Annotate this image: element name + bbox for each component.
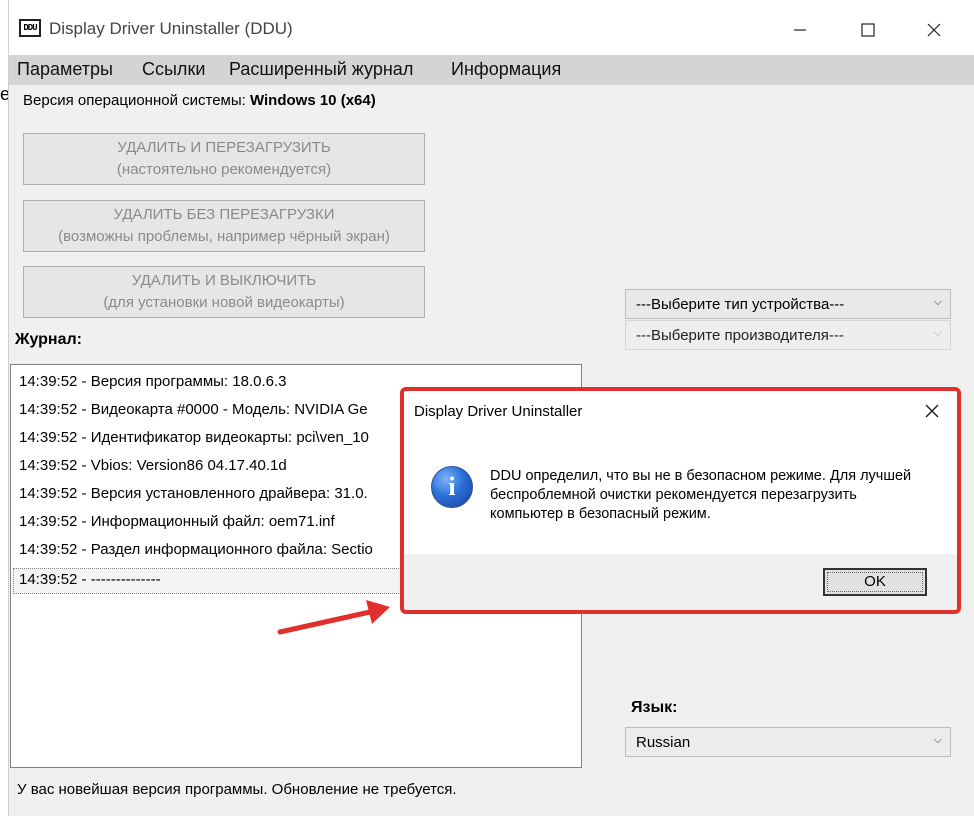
close-button[interactable] [911,12,957,48]
log-line[interactable]: 14:39:52 - Видеокарта #0000 - Модель: NV… [19,401,368,418]
device-type-value: ---Выберите тип устройства--- [636,296,845,313]
button-title: УДАЛИТЬ БЕЗ ПЕРЕЗАГРУЗКИ [113,206,335,223]
maximize-icon [861,23,875,37]
ddu-app-icon: DDU [19,19,41,37]
device-type-select[interactable]: ---Выберите тип устройства--- ⌵ [625,289,951,319]
log-line[interactable]: 14:39:52 - Vbios: Version86 04.17.40.1d [19,457,287,474]
window-title: Display Driver Uninstaller (DDU) [49,19,293,38]
log-line[interactable]: 14:39:52 - Версия программы: 18.0.6.3 [19,373,287,390]
chevron-down-icon: ⌵ [933,734,942,746]
button-title: УДАЛИТЬ И ВЫКЛЮЧИТЬ [131,272,317,289]
log-line[interactable]: 14:39:52 - Раздел информационного файла:… [19,541,373,558]
close-icon [927,23,941,37]
menu-item-info[interactable]: Информация [451,59,561,80]
minimize-button[interactable] [777,12,823,48]
minimize-icon [794,29,806,31]
annotation-arrow-icon [277,600,390,635]
button-subtitle: (настоятельно рекомендуется) [116,161,332,178]
button-title: УДАЛИТЬ И ПЕРЕЗАГРУЗИТЬ [117,139,331,156]
os-version: Версия операционной системы: Windows 10 … [23,92,376,109]
uninstall-and-restart-button[interactable]: УДАЛИТЬ И ПЕРЕЗАГРУЗИТЬ (настоятельно ре… [23,133,425,185]
log-line[interactable]: 14:39:52 - -------------- [19,571,161,588]
menu-item-links[interactable]: Ссылки [142,59,205,80]
menu-item-parameters[interactable]: Параметры [17,59,113,80]
vendor-select[interactable]: ---Выберите производителя--- ⌵ [625,320,951,350]
menu-bar: Параметры Ссылки Расширенный журнал Инфо… [9,55,974,85]
os-version-label: Версия операционной системы: [23,92,250,109]
vendor-value: ---Выберите производителя--- [636,327,844,344]
language-value: Russian [636,734,691,751]
uninstall-no-restart-button[interactable]: УДАЛИТЬ БЕЗ ПЕРЕЗАГРУЗКИ (возможны пробл… [23,200,425,252]
highlight-frame [400,387,961,614]
language-label: Язык: [631,699,678,716]
button-subtitle: (возможны проблемы, например чёрный экра… [58,228,390,245]
log-line[interactable]: 14:39:52 - Информационный файл: oem71.in… [19,513,335,530]
title-bar[interactable]: DDU Display Driver Uninstaller (DDU) [9,0,974,55]
language-select[interactable]: Russian ⌵ [625,727,951,757]
log-line[interactable]: 14:39:52 - Идентификатор видеокарты: pci… [19,429,369,446]
maximize-button[interactable] [845,12,891,48]
chevron-down-icon: ⌵ [933,327,942,339]
log-label: Журнал: [15,331,82,348]
menu-item-extended-log[interactable]: Расширенный журнал [229,59,413,80]
chevron-down-icon: ⌵ [933,296,942,308]
log-line[interactable]: 14:39:52 - Версия установленного драйвер… [19,485,368,502]
status-message: У вас новейшая версия программы. Обновле… [17,781,457,798]
button-subtitle: (для установки новой видеокарты) [103,294,345,311]
uninstall-and-shutdown-button[interactable]: УДАЛИТЬ И ВЫКЛЮЧИТЬ (для установки новой… [23,266,425,318]
os-version-value: Windows 10 (x64) [249,92,376,109]
